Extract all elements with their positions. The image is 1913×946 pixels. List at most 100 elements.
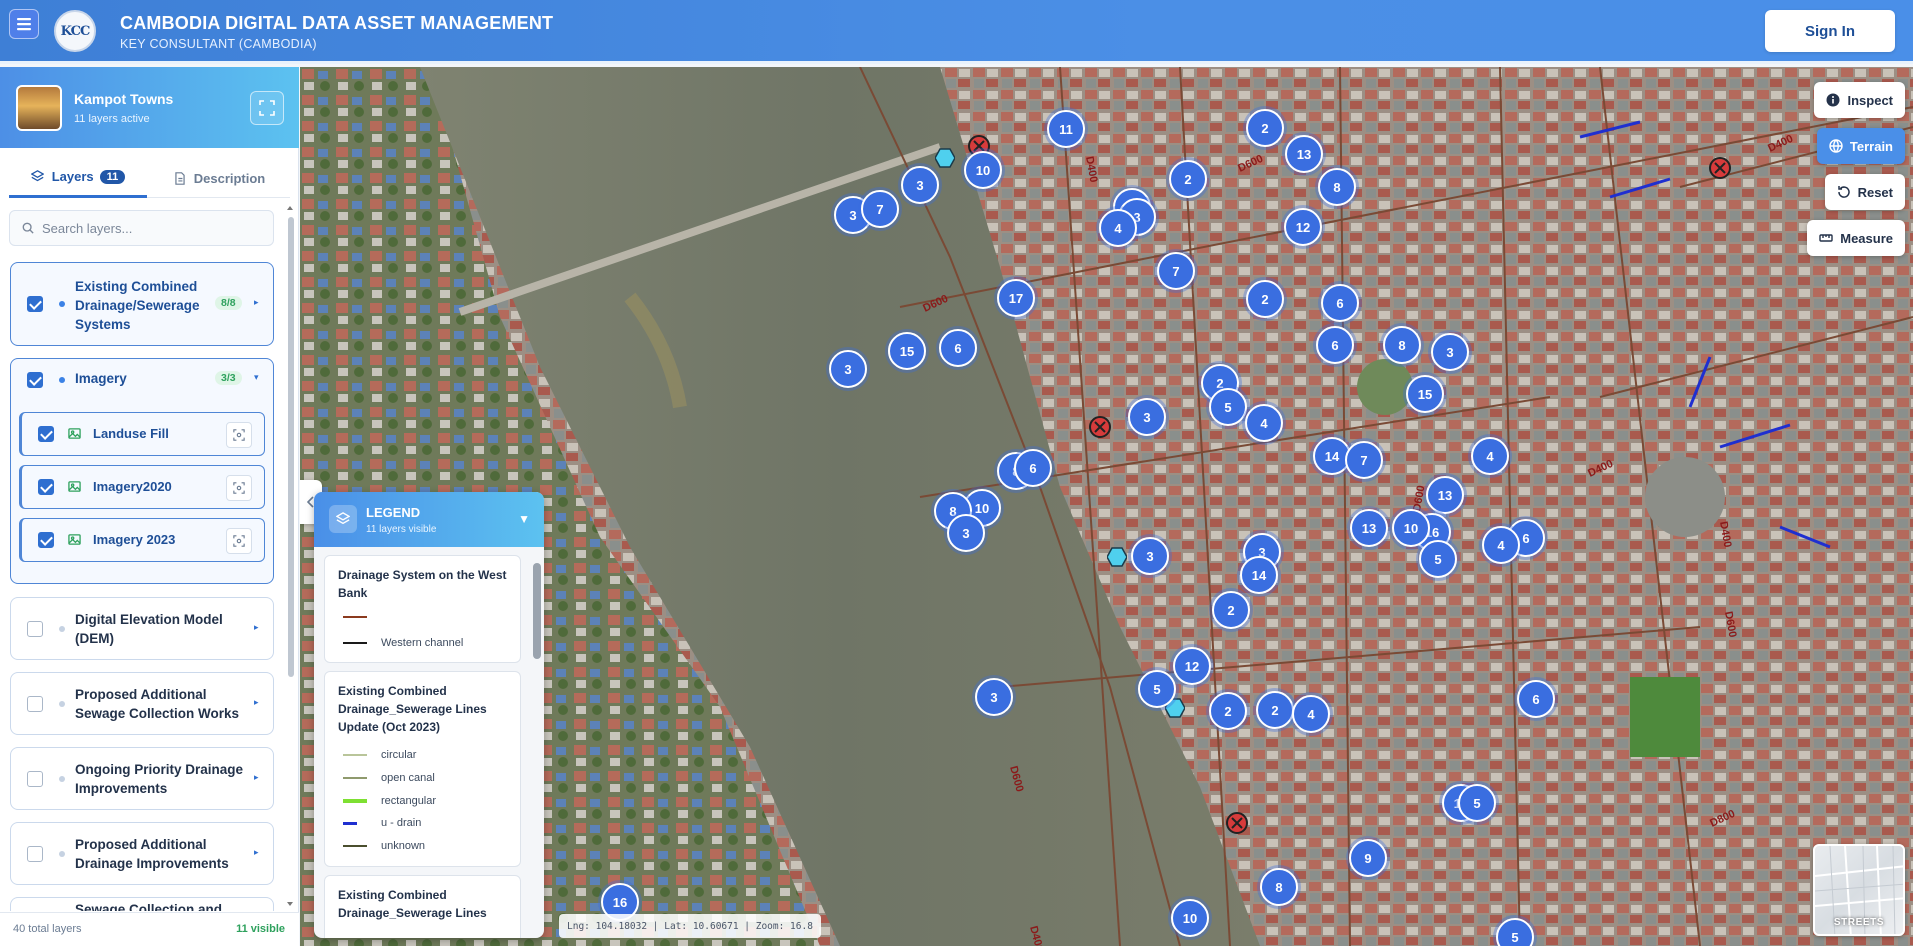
cluster-marker[interactable]: 3 xyxy=(975,678,1013,716)
cluster-marker[interactable]: 8 xyxy=(1260,868,1298,906)
cluster-marker[interactable]: 8 xyxy=(1383,326,1421,364)
chevron-down-icon[interactable]: ▾ xyxy=(254,372,259,383)
group-checkbox[interactable] xyxy=(27,621,43,637)
cluster-marker[interactable]: 3 xyxy=(829,350,867,388)
cluster-marker[interactable]: 6 xyxy=(939,329,977,367)
outfall-x-marker[interactable] xyxy=(1708,156,1732,180)
chevron-right-icon[interactable]: ▸ xyxy=(254,622,259,633)
layer-item-imagery2020[interactable]: Imagery2020 xyxy=(19,465,265,509)
tab-layers[interactable]: Layers 11 xyxy=(9,158,147,198)
sign-in-button[interactable]: Sign In xyxy=(1765,10,1895,52)
tab-description[interactable]: Description xyxy=(149,158,290,198)
cluster-marker[interactable]: 2 xyxy=(1246,109,1284,147)
cluster-marker[interactable]: 10 xyxy=(1171,899,1209,937)
cluster-marker[interactable]: 5 xyxy=(1458,784,1496,822)
cluster-marker[interactable]: 5 xyxy=(1138,670,1176,708)
chevron-right-icon[interactable]: ▸ xyxy=(254,847,259,858)
cluster-marker[interactable]: 11 xyxy=(1047,110,1085,148)
legend-item xyxy=(343,610,381,624)
layer-group-dem[interactable]: Digital Elevation Model (DEM) ▸ xyxy=(10,597,274,660)
cluster-marker[interactable]: 13 xyxy=(1285,135,1323,173)
cluster-marker[interactable]: 12 xyxy=(1284,208,1322,246)
map-canvas[interactable]: D600 D400 D600 D400 D600 D400 D600 D800 … xyxy=(300,67,1913,946)
chevron-right-icon[interactable]: ▸ xyxy=(254,772,259,783)
cluster-marker[interactable]: 3 xyxy=(901,166,939,204)
zoom-to-layer-button[interactable] xyxy=(226,422,252,448)
zoom-to-layer-button[interactable] xyxy=(226,475,252,501)
cluster-marker[interactable]: 5 xyxy=(1209,388,1247,426)
cluster-marker[interactable]: 4 xyxy=(1245,404,1283,442)
chevron-right-icon[interactable]: ▸ xyxy=(254,697,259,708)
cluster-marker[interactable]: 6 xyxy=(1517,680,1555,718)
cluster-marker[interactable]: 2 xyxy=(1209,692,1247,730)
coordinate-readout: Lng: 104.18032 | Lat: 10.60671 | Zoom: 1… xyxy=(559,914,821,938)
manhole-hex-marker[interactable] xyxy=(934,148,956,168)
basemap-switcher[interactable]: STREETS xyxy=(1813,844,1905,936)
measure-button[interactable]: Measure xyxy=(1807,220,1905,256)
inspect-label: Inspect xyxy=(1847,92,1893,108)
legend-header[interactable]: LEGEND 11 layers visible ▼ xyxy=(314,492,544,547)
terrain-button[interactable]: Terrain xyxy=(1816,128,1905,164)
group-label: Existing Combined Drainage/Sewerage Syst… xyxy=(75,279,200,332)
cluster-marker[interactable]: 3 xyxy=(1128,398,1166,436)
cluster-marker[interactable]: 6 xyxy=(1014,449,1052,487)
layer-checkbox[interactable] xyxy=(38,479,54,495)
cluster-marker[interactable]: 13 xyxy=(1426,476,1464,514)
cluster-marker[interactable]: 2 xyxy=(1169,160,1207,198)
manhole-hex-marker[interactable] xyxy=(1106,547,1128,567)
inspect-button[interactable]: Inspect xyxy=(1814,82,1905,118)
layer-item-landuse-fill[interactable]: Landuse Fill xyxy=(19,412,265,456)
search-input[interactable] xyxy=(42,220,242,236)
cluster-marker[interactable]: 7 xyxy=(1157,252,1195,290)
layer-group-existing-drainage[interactable]: Existing Combined Drainage/Sewerage Syst… xyxy=(10,262,274,346)
cluster-marker[interactable]: 3 xyxy=(1431,333,1469,371)
cluster-marker[interactable]: 7 xyxy=(861,190,899,228)
group-checkbox[interactable] xyxy=(27,846,43,862)
cluster-marker[interactable]: 12 xyxy=(1173,647,1211,685)
sidebar-scroll-thumb[interactable] xyxy=(288,217,294,677)
tab-layers-label: Layers xyxy=(51,169,94,184)
outfall-x-marker[interactable] xyxy=(1088,415,1112,439)
cluster-marker[interactable]: 6 xyxy=(1316,326,1354,364)
cluster-marker[interactable]: 4 xyxy=(1099,209,1137,247)
layer-group-proposed-drainage[interactable]: Proposed Additional Drainage Improvement… xyxy=(10,822,274,885)
layer-group-ongoing-drainage[interactable]: Ongoing Priority Drainage Improvements ▸ xyxy=(10,747,274,810)
cluster-marker[interactable]: 2 xyxy=(1212,591,1250,629)
cluster-marker[interactable]: 2 xyxy=(1256,691,1294,729)
cluster-marker[interactable]: 3 xyxy=(947,514,985,552)
cluster-marker[interactable]: 4 xyxy=(1482,526,1520,564)
layer-checkbox[interactable] xyxy=(38,426,54,442)
cluster-marker[interactable]: 15 xyxy=(888,332,926,370)
cluster-marker[interactable]: 8 xyxy=(1318,168,1356,206)
legend-toggle-icon[interactable]: ▼ xyxy=(518,512,530,526)
layer-item-imagery-2023[interactable]: Imagery 2023 xyxy=(19,518,265,562)
layer-group-sewage-collection[interactable]: Sewage Collection and xyxy=(10,897,274,911)
cluster-marker[interactable]: 4 xyxy=(1471,437,1509,475)
layer-group-proposed-sewage[interactable]: Proposed Additional Sewage Collection Wo… xyxy=(10,672,274,735)
group-checkbox[interactable] xyxy=(27,296,43,312)
reset-button[interactable]: Reset xyxy=(1824,174,1905,210)
zoom-to-layer-button[interactable] xyxy=(226,528,252,554)
menu-button[interactable] xyxy=(9,9,39,39)
cluster-marker[interactable]: 3 xyxy=(1131,537,1169,575)
outfall-x-marker[interactable] xyxy=(1225,811,1249,835)
chevron-right-icon[interactable]: ▸ xyxy=(254,297,259,308)
cluster-marker[interactable]: 10 xyxy=(964,151,1002,189)
cluster-marker[interactable]: 6 xyxy=(1321,284,1359,322)
cluster-marker[interactable]: 14 xyxy=(1240,556,1278,594)
cluster-marker[interactable]: 5 xyxy=(1419,540,1457,578)
fullscreen-button[interactable] xyxy=(250,91,284,125)
cluster-marker[interactable]: 13 xyxy=(1350,509,1388,547)
cluster-marker[interactable]: 17 xyxy=(997,279,1035,317)
cluster-marker[interactable]: 15 xyxy=(1406,375,1444,413)
layer-checkbox[interactable] xyxy=(38,532,54,548)
cluster-marker[interactable]: 4 xyxy=(1292,695,1330,733)
cluster-marker[interactable]: 7 xyxy=(1345,441,1383,479)
cluster-marker[interactable]: 2 xyxy=(1246,280,1284,318)
group-checkbox[interactable] xyxy=(27,771,43,787)
group-checkbox[interactable] xyxy=(27,372,43,388)
cluster-marker[interactable]: 10 xyxy=(1392,509,1430,547)
group-checkbox[interactable] xyxy=(27,696,43,712)
cluster-marker[interactable]: 9 xyxy=(1349,839,1387,877)
legend-scroll-thumb[interactable] xyxy=(533,563,541,659)
